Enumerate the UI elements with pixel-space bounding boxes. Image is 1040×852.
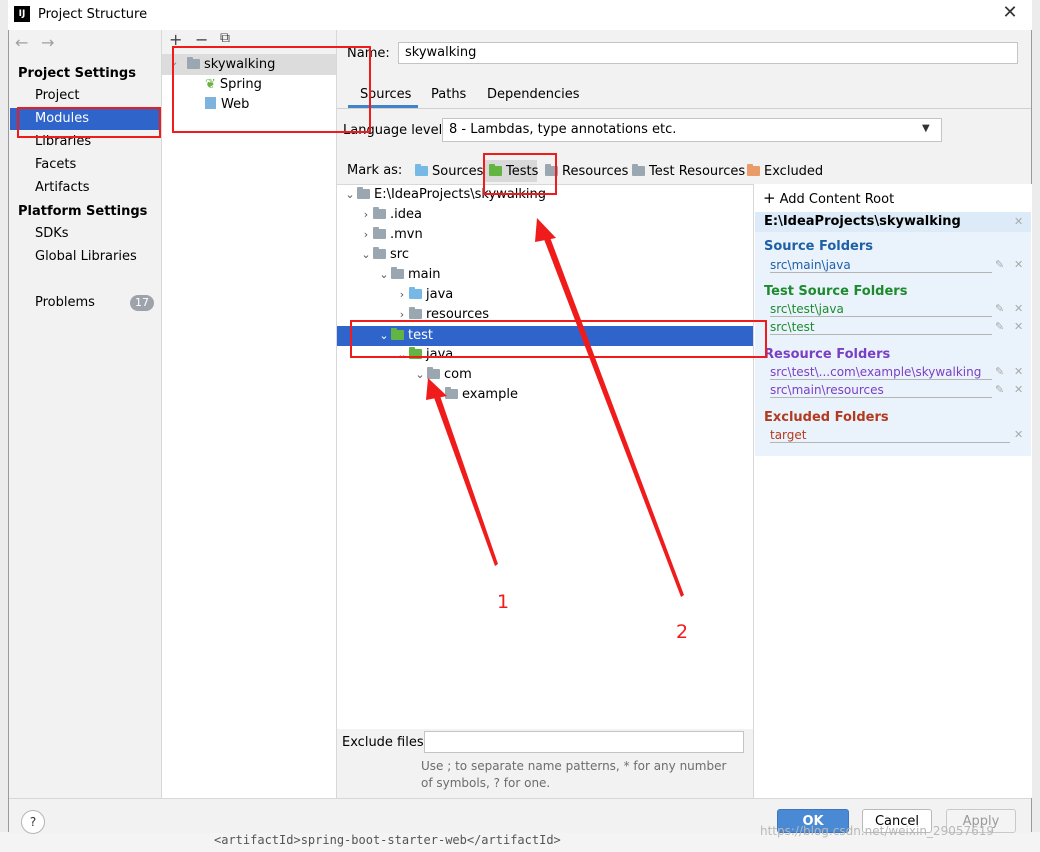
annotation-number-2: 2 — [676, 621, 689, 643]
arrow-2 — [535, 218, 684, 597]
arrow-1 — [426, 378, 498, 566]
annotation-number-1: 1 — [497, 591, 510, 613]
annotation-arrows — [426, 218, 684, 597]
